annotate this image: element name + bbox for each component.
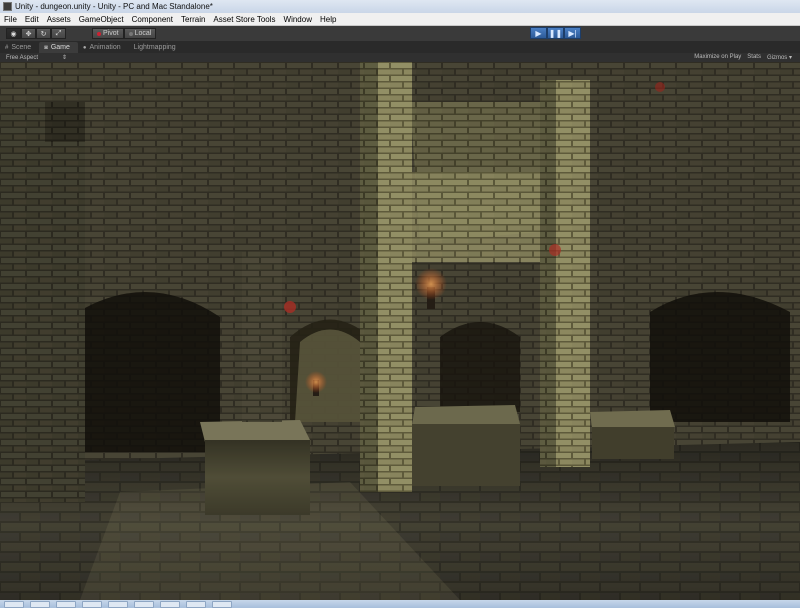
taskbar-app-icon[interactable] xyxy=(56,600,76,608)
tab-scene-label: Scene xyxy=(11,44,32,51)
tab-game[interactable]: ◙ Game xyxy=(39,42,78,53)
hand-tool-button[interactable]: ◉ xyxy=(6,28,21,39)
window-title-bar: Unity - dungeon.unity - Unity - PC and M… xyxy=(0,0,800,13)
maximize-on-play-toggle[interactable]: Maximize on Play xyxy=(694,54,741,61)
taskbar-app-icon[interactable] xyxy=(4,600,24,608)
step-button[interactable]: ▶| xyxy=(564,27,581,39)
tab-lightmapping[interactable]: Lightmapping xyxy=(129,42,184,53)
gamepad-icon: ◙ xyxy=(44,44,48,51)
toolbar: ◉ ✥ ↻ ⤢ Pivot Local ▶ ❚❚ ▶| xyxy=(0,26,800,41)
play-button[interactable]: ▶ xyxy=(530,27,547,39)
rotate-icon: ↻ xyxy=(40,30,47,38)
windows-taskbar xyxy=(0,600,800,608)
dungeon-scene-render xyxy=(0,62,800,600)
transform-tools: ◉ ✥ ↻ ⤢ xyxy=(6,28,66,39)
taskbar-app-icon[interactable] xyxy=(30,600,50,608)
tab-game-label: Game xyxy=(50,44,70,51)
animation-icon: ● xyxy=(82,44,87,51)
step-icon: ▶| xyxy=(568,28,577,38)
unity-app-icon xyxy=(3,2,12,11)
aspect-arrow-icon: ⇕ xyxy=(62,55,68,61)
aspect-label: Free Aspect xyxy=(6,54,39,61)
pivot-button[interactable]: Pivot xyxy=(92,28,124,39)
move-tool-button[interactable]: ✥ xyxy=(21,28,36,39)
taskbar-app-icon[interactable] xyxy=(108,600,128,608)
taskbar-app-icon[interactable] xyxy=(134,600,154,608)
move-icon: ✥ xyxy=(25,30,32,38)
pause-icon: ❚❚ xyxy=(548,28,563,38)
menu-file[interactable]: File xyxy=(0,15,21,24)
menu-terrain[interactable]: Terrain xyxy=(177,15,209,24)
taskbar-app-icon[interactable] xyxy=(186,600,206,608)
pivot-icon xyxy=(97,31,101,36)
gizmos-arrow-icon: ▾ xyxy=(788,55,792,61)
menu-asset-store-tools[interactable]: Asset Store Tools xyxy=(209,15,279,24)
gizmos-label: Gizmos xyxy=(766,55,788,61)
tab-animation-label: Animation xyxy=(89,44,121,51)
menu-component[interactable]: Component xyxy=(128,15,177,24)
taskbar-app-icon[interactable] xyxy=(82,600,102,608)
game-view-controls: Free Aspect ⇕ Maximize on Play Stats Giz… xyxy=(0,53,800,62)
menu-bar: File Edit Assets GameObject Component Te… xyxy=(0,13,800,26)
pivot-label: Pivot xyxy=(103,30,119,37)
window-title: Unity - dungeon.unity - Unity - PC and M… xyxy=(15,2,213,11)
menu-help[interactable]: Help xyxy=(316,15,340,24)
menu-window[interactable]: Window xyxy=(280,15,316,24)
menu-edit[interactable]: Edit xyxy=(21,15,43,24)
hash-icon: # xyxy=(5,44,9,51)
taskbar-app-icon[interactable] xyxy=(212,600,232,608)
taskbar-app-icon[interactable] xyxy=(160,600,180,608)
pause-button[interactable]: ❚❚ xyxy=(547,27,564,39)
menu-gameobject[interactable]: GameObject xyxy=(75,15,128,24)
eye-icon: ◉ xyxy=(10,30,17,38)
menu-assets[interactable]: Assets xyxy=(43,15,75,24)
local-icon xyxy=(128,31,133,36)
scale-tool-button[interactable]: ⤢ xyxy=(51,28,66,39)
tab-lightmapping-label: Lightmapping xyxy=(133,44,176,51)
scale-icon: ⤢ xyxy=(55,29,62,37)
local-label: Local xyxy=(134,30,152,37)
local-button[interactable]: Local xyxy=(123,28,157,39)
play-icon: ▶ xyxy=(535,28,542,38)
game-viewport[interactable] xyxy=(0,62,800,600)
gizmos-dropdown[interactable]: Gizmos ▾ xyxy=(767,54,792,61)
tab-scene[interactable]: # Scene xyxy=(0,42,39,53)
view-tabs: # Scene ◙ Game ● Animation Lightmapping xyxy=(0,41,800,53)
tab-animation[interactable]: ● Animation xyxy=(78,42,129,53)
aspect-dropdown[interactable]: Free Aspect ⇕ xyxy=(0,54,68,62)
rotate-tool-button[interactable]: ↻ xyxy=(36,28,51,39)
pivot-controls: Pivot Local xyxy=(92,28,157,39)
play-controls: ▶ ❚❚ ▶| xyxy=(530,27,581,39)
stats-toggle[interactable]: Stats xyxy=(747,54,761,61)
